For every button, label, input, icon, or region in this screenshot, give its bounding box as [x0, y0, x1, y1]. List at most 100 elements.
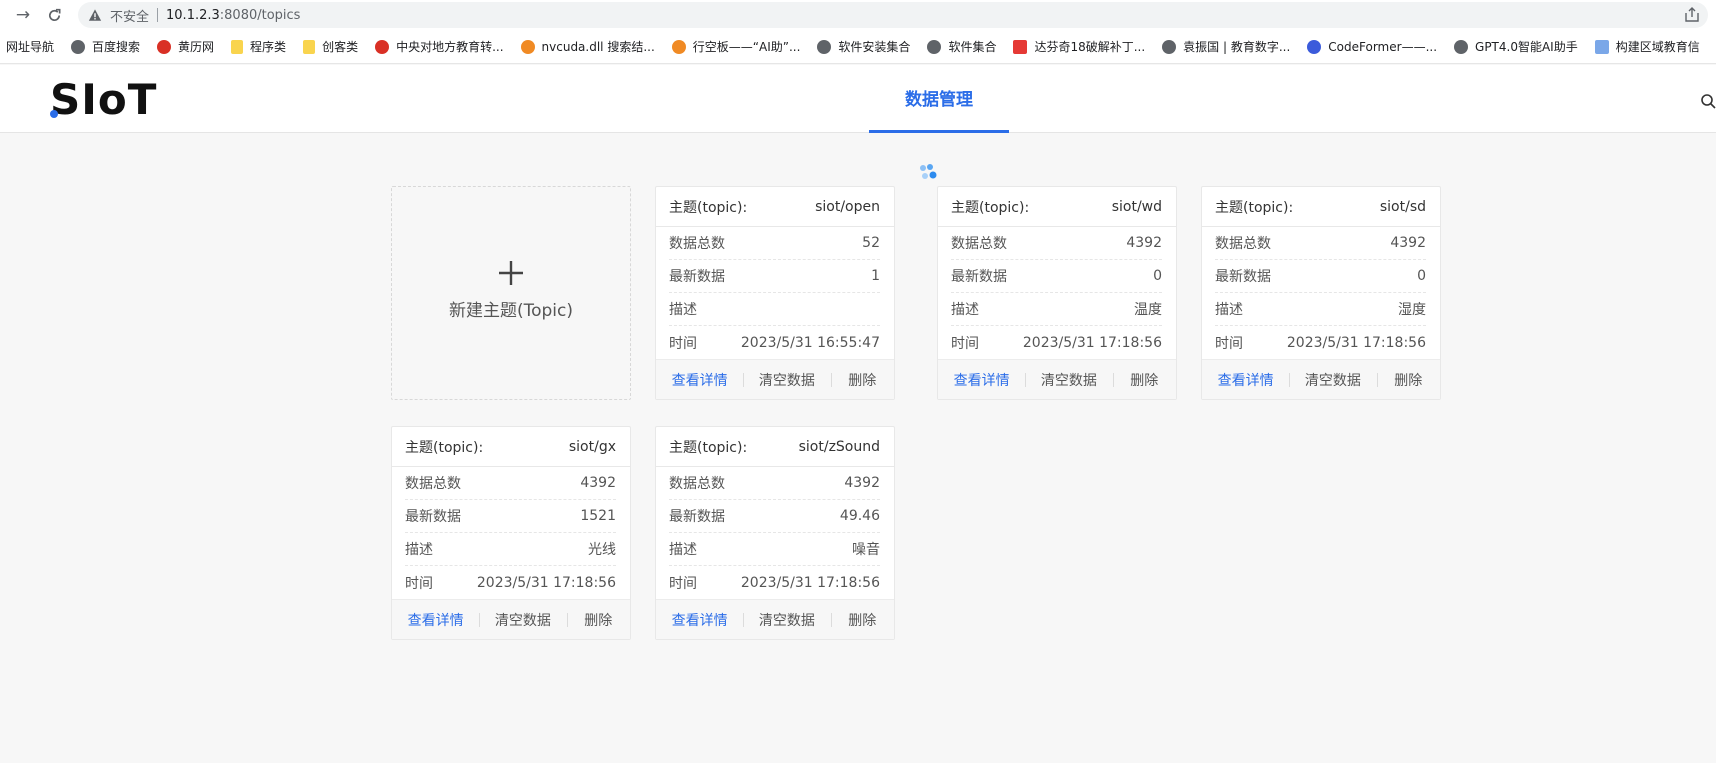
clear-data-link[interactable]: 清空数据	[479, 610, 566, 630]
total-value: 52	[862, 235, 880, 251]
bookmark-favicon-icon	[1594, 39, 1609, 54]
latest-label: 最新数据	[669, 509, 725, 525]
delete-link[interactable]: 删除	[830, 370, 894, 390]
bookmark-item[interactable]: 软件安装集合	[817, 38, 910, 55]
clear-data-link[interactable]: 清空数据	[1025, 370, 1112, 390]
app-header: SIoT 数据管理	[0, 65, 1716, 133]
plus-icon	[499, 260, 523, 285]
topic-name: siot/wd	[1111, 198, 1162, 215]
card-actions: 查看详情 清空数据 删除	[392, 599, 630, 639]
time-label: 时间	[669, 575, 697, 592]
bookmark-item[interactable]: 黄历网	[157, 38, 214, 55]
topic-card-header: 主题(topic): siot/gx	[392, 427, 630, 467]
bookmark-label: 百度搜索	[92, 40, 141, 54]
topic-card: 主题(topic): siot/open 数据总数 52 最新数据 1 描述 时间 2023/5…	[655, 186, 895, 400]
bookmark-label: 行空板——“AI助”...	[692, 40, 801, 54]
time-label: 时间	[951, 335, 979, 352]
clear-data-link[interactable]: 清空数据	[743, 370, 830, 390]
view-details-link[interactable]: 查看详情	[392, 610, 479, 630]
bookmark-item[interactable]: 软件集合	[927, 38, 996, 55]
delete-link[interactable]: 删除	[830, 610, 894, 630]
url-path: :8080/topics	[219, 7, 301, 23]
logo-dot-icon	[50, 110, 58, 118]
bookmark-label: 达芬奇18破解补丁...	[1034, 40, 1146, 54]
address-bar[interactable]: 不安全 10.1.2.3:8080/topics	[78, 2, 1708, 28]
tab-data-management[interactable]: 数据管理	[869, 65, 1009, 133]
topic-label: 主题(topic):	[669, 199, 748, 216]
divider	[157, 8, 159, 22]
time-row: 时间 2023/5/31 17:18:56	[669, 566, 880, 599]
time-value: 2023/5/31 17:18:56	[1022, 334, 1162, 351]
bookmark-item[interactable]: 构建区域教育信	[1594, 38, 1700, 55]
bookmark-item[interactable]: nvcuda.dll 搜索结...	[520, 38, 655, 55]
topic-name: siot/gx	[568, 438, 616, 455]
warning-icon	[88, 9, 102, 21]
view-details-link[interactable]: 查看详情	[656, 610, 743, 630]
bookmark-favicon-icon	[927, 39, 942, 54]
topic-card: 主题(topic): siot/wd 数据总数 4392 最新数据 0 描述 温度 时间 2023…	[937, 186, 1177, 400]
bookmark-favicon-icon	[303, 39, 316, 54]
desc-row: 描述 温度	[951, 293, 1162, 326]
forward-icon[interactable]: →	[12, 4, 34, 26]
bookmark-favicon-icon	[1454, 39, 1469, 54]
total-label: 数据总数	[669, 236, 725, 252]
bookmark-label: CodeFormer——...	[1328, 39, 1438, 54]
view-details-link[interactable]: 查看详情	[1202, 370, 1289, 390]
topic-card: 主题(topic): siot/gx 数据总数 4392 最新数据 1521 描述 光线 时间 2…	[391, 426, 631, 640]
delete-link[interactable]: 删除	[1376, 370, 1440, 390]
latest-label: 最新数据	[405, 509, 461, 525]
bookmark-item[interactable]: 百度搜索	[71, 38, 140, 55]
bookmark-item[interactable]: CodeFormer——...	[1307, 39, 1438, 54]
desc-value: 光线	[588, 542, 616, 558]
topic-label: 主题(topic):	[405, 439, 484, 456]
time-label: 时间	[1215, 335, 1243, 352]
desc-label: 描述	[951, 302, 979, 318]
desc-row: 描述	[669, 293, 880, 326]
view-details-link[interactable]: 查看详情	[938, 370, 1025, 390]
siot-logo[interactable]: SIoT	[50, 75, 157, 124]
delete-link[interactable]: 删除	[566, 610, 630, 630]
bookmark-item[interactable]: 中央对地方教育转...	[375, 38, 504, 55]
latest-row: 最新数据 0	[951, 260, 1162, 293]
bookmark-item[interactable]: 创客类	[303, 38, 358, 55]
search-icon[interactable]	[1700, 93, 1716, 109]
total-value: 4392	[844, 475, 880, 491]
card-actions: 查看详情 清空数据 删除	[656, 599, 894, 639]
total-row: 数据总数 4392	[669, 467, 880, 500]
bookmark-label: 软件集合	[948, 40, 997, 54]
reload-icon[interactable]	[43, 4, 65, 26]
latest-value: 0	[1153, 268, 1162, 284]
latest-label: 最新数据	[669, 269, 725, 285]
bookmark-favicon-icon	[1013, 39, 1028, 54]
bookmark-item[interactable]: 网址导航	[6, 38, 54, 55]
total-value: 4392	[580, 475, 616, 491]
latest-row: 最新数据 0	[1215, 260, 1426, 293]
latest-row: 最新数据 49.46	[669, 500, 880, 533]
time-value: 2023/5/31 17:18:56	[1286, 334, 1426, 351]
bookmark-item[interactable]: GPT4.0智能AI助手	[1454, 38, 1578, 55]
clear-data-link[interactable]: 清空数据	[1289, 370, 1376, 390]
card-actions: 查看详情 清空数据 删除	[1202, 359, 1440, 399]
bookmark-label: nvcuda.dll 搜索结...	[541, 40, 655, 54]
bookmark-item[interactable]: 程序类	[231, 38, 286, 55]
clear-data-link[interactable]: 清空数据	[743, 610, 830, 630]
bookmark-favicon-icon	[817, 39, 832, 54]
url-host: 10.1.2.3	[166, 7, 220, 23]
total-row: 数据总数 4392	[405, 467, 616, 500]
time-label: 时间	[669, 335, 697, 352]
topic-card-header: 主题(topic): siot/sd	[1202, 187, 1440, 227]
bookmark-item[interactable]: 达芬奇18破解补丁...	[1013, 38, 1145, 55]
bookmark-item[interactable]: 行空板——“AI助”...	[671, 38, 801, 55]
new-topic-card[interactable]: 新建主题(Topic)	[391, 186, 631, 400]
total-label: 数据总数	[669, 476, 725, 492]
time-value: 2023/5/31 17:18:56	[476, 574, 616, 591]
topic-card: 主题(topic): siot/zSound 数据总数 4392 最新数据 49.46 描述…	[655, 426, 895, 640]
bookmark-label: 袁振国 | 教育数字...	[1183, 40, 1291, 54]
share-icon[interactable]	[1684, 7, 1700, 23]
card-actions: 查看详情 清空数据 删除	[938, 359, 1176, 399]
bookmark-favicon-icon	[671, 39, 686, 54]
view-details-link[interactable]: 查看详情	[656, 370, 743, 390]
total-row: 数据总数 4392	[1215, 227, 1426, 260]
bookmark-item[interactable]: 袁振国 | 教育数字...	[1162, 38, 1290, 55]
delete-link[interactable]: 删除	[1112, 370, 1176, 390]
